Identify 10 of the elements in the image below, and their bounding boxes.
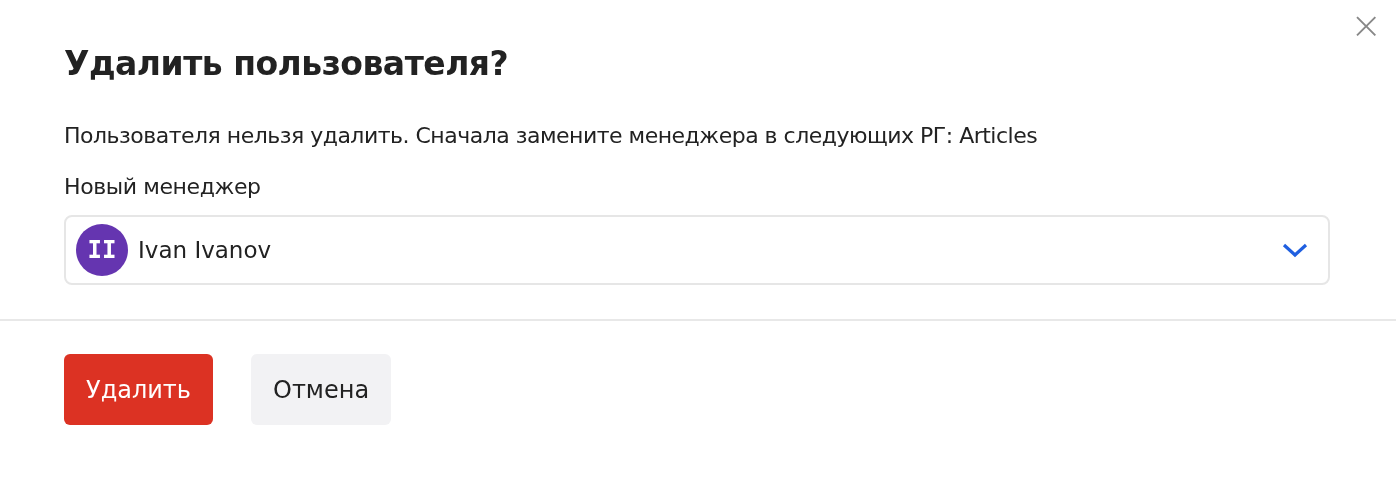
avatar-initials: II <box>76 224 128 276</box>
field-label: Новый менеджер <box>64 174 262 199</box>
message-text: Пользователя нельзя удалить. Сначала замените менеджера в следующих РГ: Articles <box>64 123 1039 148</box>
dialog-title: Удалить пользователя? <box>64 44 510 83</box>
cancel-button[interactable]: Отмена <box>251 354 392 425</box>
close-button[interactable]: × <box>1350 6 1382 44</box>
selected-value: Ivan Ivanov <box>138 237 273 263</box>
chevron-down-icon <box>1282 242 1308 258</box>
manager-select[interactable]: II Ivan Ivanov <box>64 215 1330 285</box>
delete-button[interactable]: Удалить <box>64 354 213 425</box>
